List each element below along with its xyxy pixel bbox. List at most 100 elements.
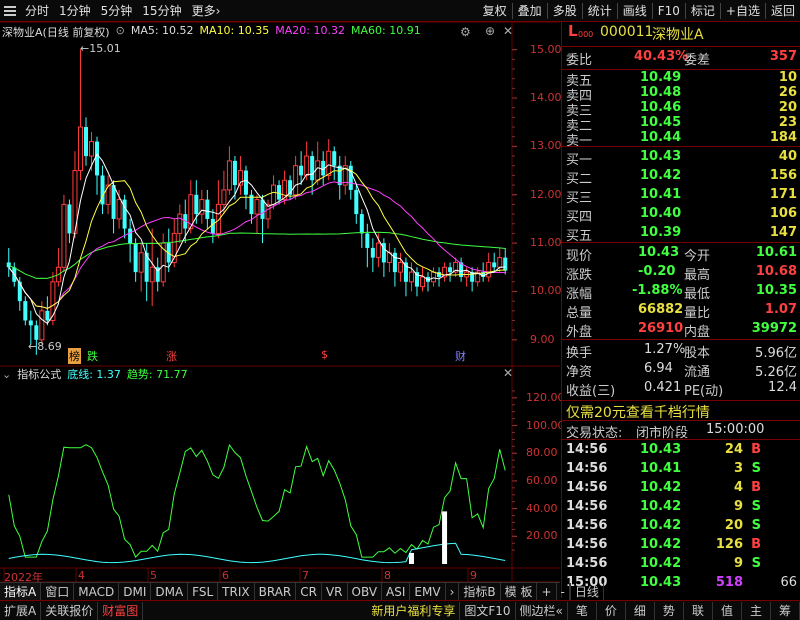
candle-down bbox=[359, 214, 364, 234]
event-marker[interactable]: 跌 bbox=[86, 348, 99, 364]
settings-gear-icon[interactable]: ⚙ bbox=[460, 25, 471, 39]
panel-tab[interactable]: 值 bbox=[713, 601, 742, 620]
indicator-tab[interactable]: MACD bbox=[74, 582, 120, 601]
event-marker[interactable]: 财 bbox=[454, 348, 467, 364]
indicator-tab[interactable]: - bbox=[557, 582, 570, 601]
sell-level-row: 卖四 10.48 26 bbox=[562, 85, 800, 104]
event-marker[interactable]: 涨 bbox=[165, 348, 178, 364]
close-indicator-icon[interactable]: ✕ bbox=[503, 366, 513, 380]
bottom-tab[interactable]: 财富图 bbox=[98, 601, 144, 620]
price-tick-label: 13.00 bbox=[530, 139, 562, 153]
period-more-button[interactable]: 更多› bbox=[187, 0, 226, 22]
weicha-value: 357 bbox=[769, 49, 797, 64]
promo-text[interactable]: 仅需20元查看千档行情 bbox=[566, 402, 710, 422]
stat-value: 0.421 bbox=[644, 380, 682, 395]
bottom-mid-tab[interactable]: 新用户福利专享 bbox=[367, 601, 461, 620]
candle-up bbox=[419, 276, 426, 288]
indicator-tab[interactable]: DMI bbox=[119, 582, 152, 601]
indicator-tab[interactable]: › bbox=[446, 582, 460, 601]
indicator-tab[interactable]: 指标B bbox=[459, 582, 501, 601]
trade-status-time: 15:00:00 bbox=[706, 422, 765, 437]
bottom-tab[interactable]: 关联报价 bbox=[41, 601, 99, 620]
buy-level-volume: 171 bbox=[769, 187, 797, 202]
kline-chart[interactable] bbox=[0, 22, 560, 582]
bottom-mid-tab[interactable]: 图文F10 bbox=[460, 601, 516, 620]
tick-extra: 66 bbox=[780, 575, 797, 590]
chevron-down-icon[interactable]: ⌄ bbox=[2, 368, 11, 381]
add-watchlist-button[interactable]: +自选 bbox=[721, 0, 765, 22]
period-15min-button[interactable]: 15分钟 bbox=[137, 0, 186, 22]
candle-down bbox=[67, 204, 72, 234]
adjust-button[interactable]: 复权 bbox=[478, 0, 512, 22]
overlay-button[interactable]: 叠加 bbox=[513, 0, 547, 22]
indicator-tab[interactable]: VR bbox=[322, 582, 348, 601]
close-icon[interactable]: ✕ bbox=[503, 24, 513, 38]
indicator-bar bbox=[442, 511, 448, 564]
stat-value: -1.88% bbox=[632, 283, 683, 298]
indicator-tab[interactable]: 指标A bbox=[0, 582, 42, 601]
tick-volume: 3 bbox=[733, 461, 743, 476]
stats-button[interactable]: 统计 bbox=[583, 0, 617, 22]
period-intraday-button[interactable]: 分时 bbox=[20, 0, 54, 22]
indicator-tab[interactable]: 模 板 bbox=[501, 582, 538, 601]
indicator-tab[interactable]: EMV bbox=[410, 582, 446, 601]
indicator-tab[interactable]: ASI bbox=[382, 582, 411, 601]
indicator-tab[interactable]: DMA bbox=[151, 582, 189, 601]
candle-down bbox=[83, 127, 88, 157]
stat-label: 外盘 bbox=[566, 325, 593, 340]
panel-tab[interactable]: 细 bbox=[626, 601, 655, 620]
indicator-tick-label: 120.00 bbox=[526, 390, 565, 404]
top-toolbar: 分时 1分钟 5分钟 15分钟 更多› 复权 叠加 多股 统计 画线 F10 标… bbox=[0, 0, 800, 22]
tick-price: 10.41 bbox=[640, 461, 682, 476]
buy-level-volume: 147 bbox=[769, 225, 797, 240]
period-1min-button[interactable]: 1分钟 bbox=[54, 0, 96, 22]
buy-level-row: 买三 10.41 171 bbox=[562, 186, 800, 206]
period-5min-button[interactable]: 5分钟 bbox=[96, 0, 138, 22]
panel-tab[interactable]: 势 bbox=[655, 601, 684, 620]
indicator-tab[interactable]: FSL bbox=[188, 582, 219, 601]
panel-tab[interactable]: 联 bbox=[684, 601, 713, 620]
magnify-icon[interactable]: ⊕ bbox=[485, 24, 495, 38]
candle-up bbox=[431, 271, 437, 283]
tick-volume: 518 bbox=[715, 575, 743, 590]
candle-down bbox=[28, 320, 33, 326]
bottom-left-tabs: 扩展A 关联报价 财富图 bbox=[0, 601, 144, 620]
panel-tab[interactable]: 价 bbox=[597, 601, 626, 620]
draw-line-button[interactable]: 画线 bbox=[618, 0, 652, 22]
stat-value: 1.27% bbox=[644, 342, 686, 357]
back-button[interactable]: 返回 bbox=[766, 0, 800, 22]
event-marker[interactable]: 榜 bbox=[68, 348, 81, 364]
bottom-mid-tab[interactable]: 侧边栏« bbox=[516, 601, 568, 620]
tick-direction: B bbox=[751, 537, 761, 552]
indicator-tab[interactable]: BRAR bbox=[255, 582, 297, 601]
mark-button[interactable]: 标记 bbox=[686, 0, 720, 22]
event-marker[interactable]: $ bbox=[320, 348, 329, 361]
indicator-tab[interactable]: CR bbox=[296, 582, 322, 601]
candle-up bbox=[315, 160, 321, 181]
panel-tab[interactable]: 主 bbox=[742, 601, 771, 620]
menu-icon[interactable] bbox=[3, 4, 17, 18]
indicator-name[interactable]: 指标公式 bbox=[17, 366, 61, 382]
candle-down bbox=[365, 233, 370, 248]
buy-level-price: 10.41 bbox=[640, 187, 682, 202]
stat-label: PE(动) bbox=[684, 384, 724, 399]
indicator-tab[interactable]: OBV bbox=[348, 582, 383, 601]
tick-price: 10.42 bbox=[640, 537, 682, 552]
bottom-tab[interactable]: 扩展A bbox=[0, 601, 42, 620]
indicator-tab[interactable]: TRIX bbox=[218, 582, 255, 601]
chart-area[interactable] bbox=[0, 22, 560, 582]
indicator-tab[interactable]: 日线 bbox=[569, 582, 604, 601]
candle-up bbox=[77, 126, 83, 172]
weibi-row: 委比 40.43% 委差 357 bbox=[562, 48, 800, 68]
indicator-tab[interactable]: 窗口 bbox=[41, 582, 75, 601]
candle-down bbox=[370, 247, 375, 258]
multi-stock-button[interactable]: 多股 bbox=[548, 0, 582, 22]
settings-circle-icon[interactable]: ⊙ bbox=[116, 24, 125, 40]
panel-tab[interactable]: 筹 bbox=[771, 601, 800, 620]
promo-row[interactable]: 仅需20元查看千档行情 bbox=[562, 400, 800, 422]
f10-button[interactable]: F10 bbox=[653, 0, 685, 22]
weicha-label: 委差 bbox=[684, 53, 711, 68]
panel-tab[interactable]: 笔 bbox=[568, 601, 597, 620]
tick-direction: S bbox=[751, 518, 761, 533]
indicator-tab[interactable]: + bbox=[537, 582, 557, 601]
